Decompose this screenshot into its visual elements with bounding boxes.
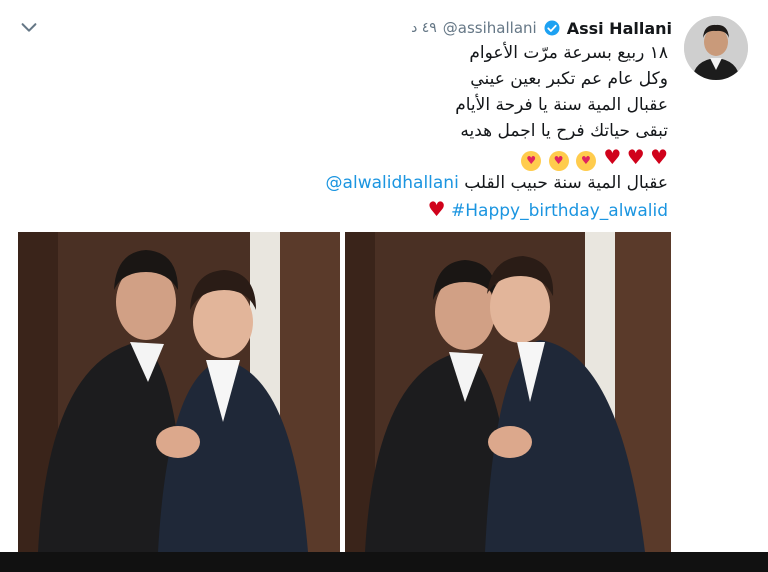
avatar[interactable] bbox=[684, 16, 748, 80]
display-name[interactable]: Assi Hallani bbox=[567, 19, 672, 38]
hashtag-link[interactable]: #Happy_birthday_alwalid bbox=[451, 201, 668, 221]
photo-image bbox=[18, 232, 340, 552]
kiss-face-icon: ♥ bbox=[548, 151, 569, 171]
photo-image bbox=[345, 232, 671, 552]
tweet-header: ٤٩ د @assihallani Assi Hallani bbox=[411, 16, 672, 40]
emoji-line: ♥ ♥ ♥ ♥ ♥ ♥ bbox=[108, 144, 668, 171]
avatar-portrait bbox=[684, 16, 748, 80]
bottom-bar bbox=[0, 552, 768, 572]
tweet-text: ١٨ ربيع بسرعة مرّت الأعوام وكل عام عم تك… bbox=[108, 40, 668, 222]
mention-line: عقبال المية سنة حبيب القلب @alwalidhalla… bbox=[108, 170, 668, 196]
heart-icon: ♥ bbox=[603, 145, 622, 169]
heart-icon: ♥ bbox=[650, 145, 668, 169]
tweet-line-2: وكل عام عم تكبر بعين عيني bbox=[470, 69, 668, 89]
hashtag-line: #Happy_birthday_alwalid ♥ bbox=[108, 196, 668, 222]
mention-line-text: عقبال المية سنة حبيب القلب bbox=[464, 173, 668, 193]
user-handle[interactable]: @assihallani bbox=[443, 19, 537, 37]
chevron-down-icon[interactable] bbox=[18, 16, 40, 38]
verified-badge-icon bbox=[544, 20, 560, 36]
tweet-photo-1[interactable] bbox=[18, 232, 340, 552]
mention-link[interactable]: @alwalidhallani bbox=[326, 173, 459, 193]
tweet-photo-2[interactable] bbox=[345, 232, 671, 552]
tweet-line-4: تبقى حياتك فرح يا اجمل هديه bbox=[460, 121, 668, 141]
tweet-line-1: ١٨ ربيع بسرعة مرّت الأعوام bbox=[469, 43, 668, 63]
heart-icon: ♥ bbox=[626, 145, 645, 169]
heart-icon: ♥ bbox=[427, 197, 446, 221]
kiss-face-icon: ♥ bbox=[575, 151, 596, 171]
kiss-face-icon: ♥ bbox=[521, 151, 542, 171]
tweet-line-3: عقبال المية سنة يا فرحة الأيام bbox=[455, 95, 668, 115]
tweet-time[interactable]: ٤٩ د bbox=[411, 20, 437, 36]
tweet-card[interactable]: ٤٩ د @assihallani Assi Hallani ١٨ ربيع ب… bbox=[0, 0, 768, 572]
